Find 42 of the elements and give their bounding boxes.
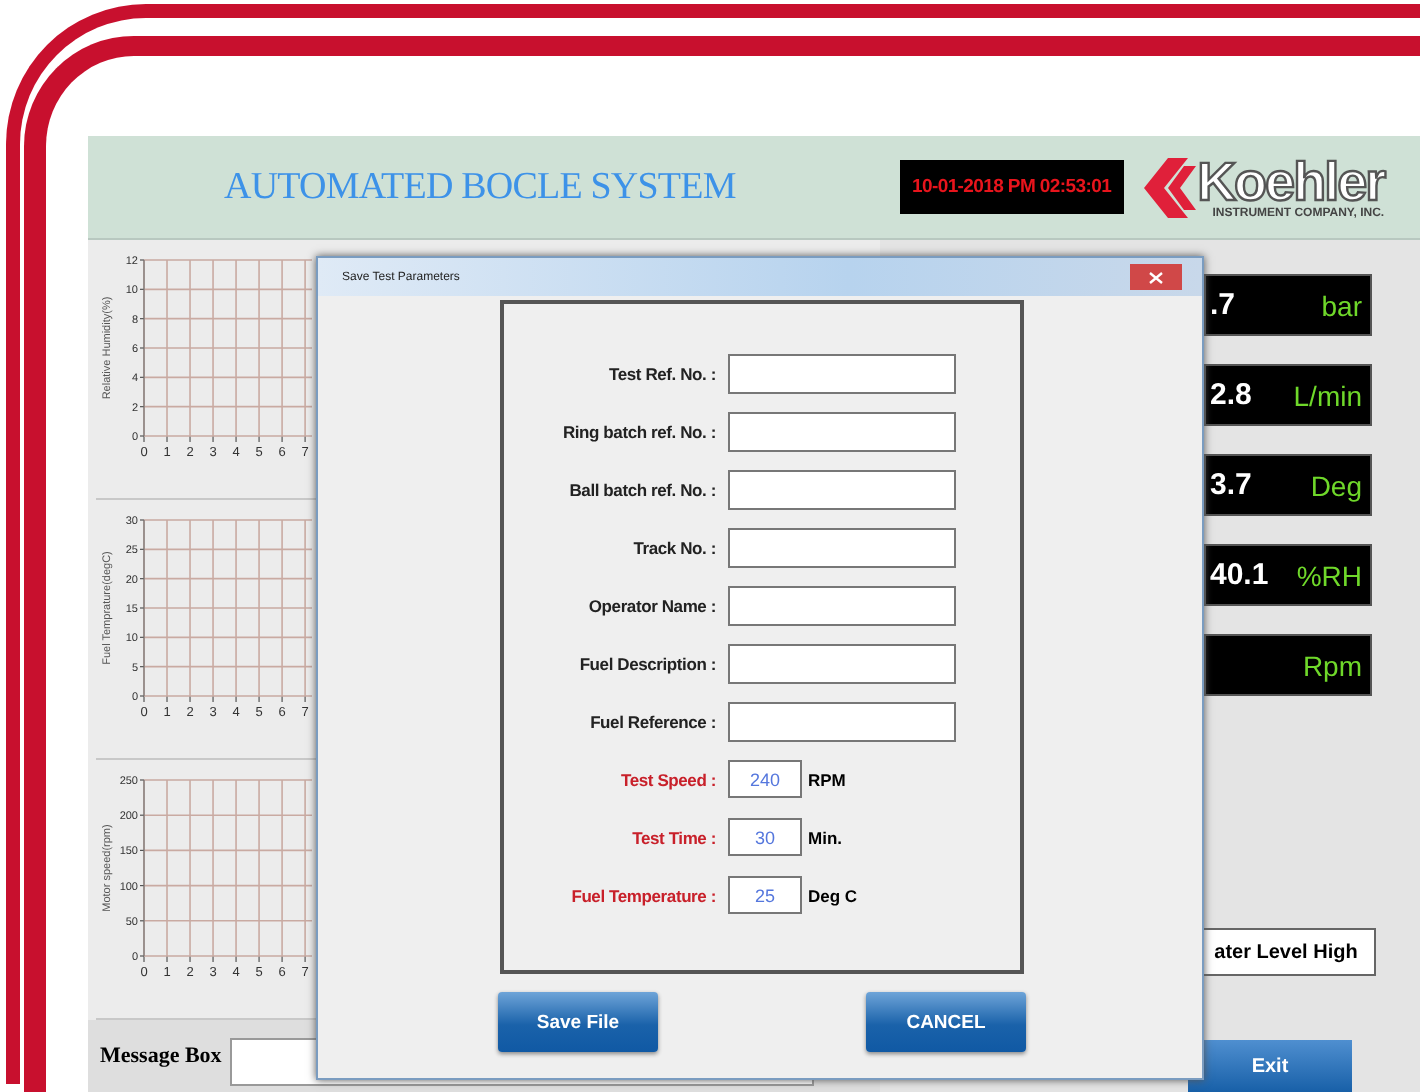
message-box-label: Message Box — [100, 1044, 222, 1068]
field-label: Fuel Temperature : — [569, 885, 718, 905]
field-label: Fuel Reference : — [588, 711, 718, 731]
logo-wordmark: Koehler — [1197, 155, 1385, 207]
text-field[interactable] — [728, 643, 956, 683]
text-field[interactable] — [728, 701, 956, 741]
field-label: Ball batch ref. No. : — [567, 479, 718, 499]
unit-label: Deg C — [808, 885, 858, 905]
readout-unit: Deg — [1310, 469, 1362, 501]
field-label: Test Speed : — [618, 769, 718, 789]
readout-value: .7 — [1210, 288, 1236, 322]
unit-label: RPM — [808, 769, 846, 789]
readout-value: 3.7 — [1210, 468, 1252, 502]
readout-value: 40.1 — [1210, 558, 1269, 592]
text-field[interactable] — [728, 353, 956, 393]
number-field[interactable]: 240 — [728, 760, 802, 798]
field-label: Test Ref. No. : — [606, 363, 718, 383]
field-label: Test Time : — [630, 827, 718, 847]
text-field[interactable] — [728, 469, 956, 509]
cancel-button[interactable]: CANCEL — [866, 992, 1026, 1052]
close-icon — [1148, 271, 1164, 283]
text-field[interactable] — [728, 585, 956, 625]
text-field[interactable] — [728, 411, 956, 451]
exit-button[interactable]: Exit — [1188, 1040, 1352, 1092]
field-label: Track No. : — [631, 537, 718, 557]
app-title: AUTOMATED BOCLE SYSTEM — [224, 165, 738, 209]
readout-unit: L/min — [1293, 379, 1362, 411]
number-field[interactable]: 25 — [728, 876, 802, 914]
text-field[interactable] — [728, 527, 956, 567]
save-button[interactable]: Save File — [498, 992, 658, 1052]
readout-unit: bar — [1321, 289, 1362, 321]
unit-label: Min. — [808, 827, 842, 847]
field-label: Operator Name : — [586, 595, 718, 615]
number-field[interactable]: 30 — [728, 818, 802, 856]
readout-unit: Rpm — [1302, 649, 1362, 681]
field-label: Fuel Description : — [577, 653, 718, 673]
clock-display: 10-01-2018 PM 02:53:01 — [900, 160, 1124, 214]
readout-value: 2.8 — [1210, 378, 1252, 412]
field-label: Ring batch ref. No. : — [560, 421, 718, 441]
readout-unit: %RH — [1296, 559, 1362, 591]
close-button[interactable] — [1130, 264, 1182, 290]
chevron-logo-icon — [1139, 157, 1196, 217]
